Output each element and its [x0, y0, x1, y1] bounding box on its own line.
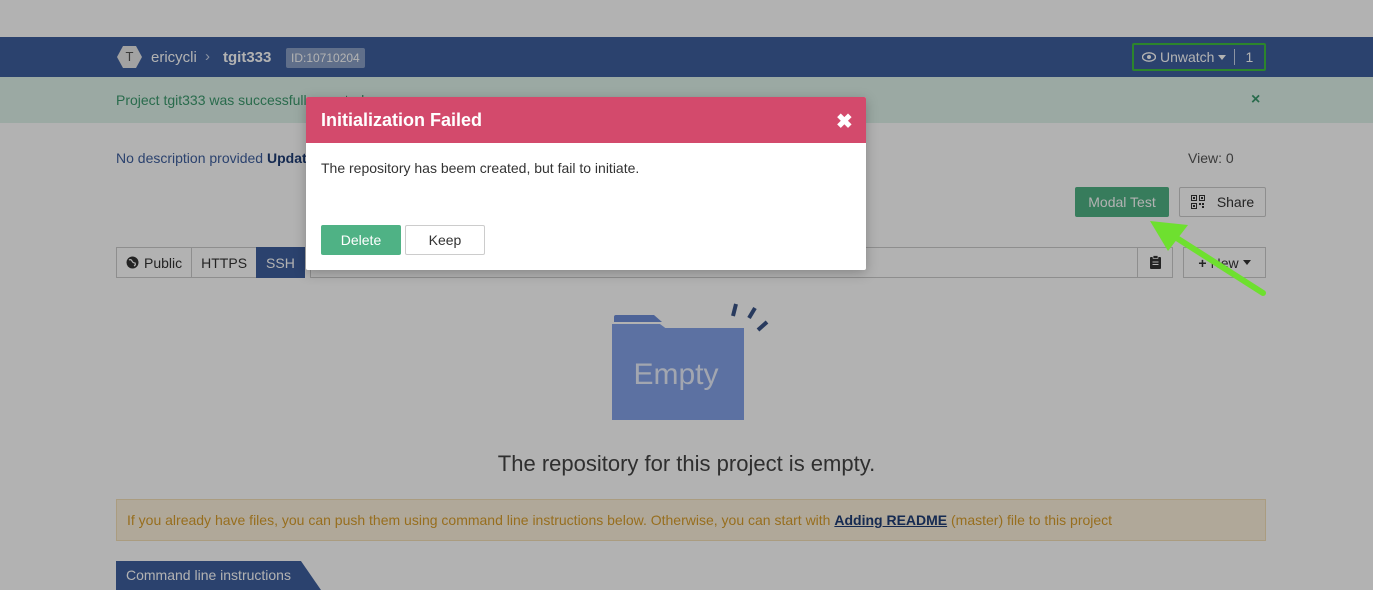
modal-message: The repository has beem created, but fai… [321, 160, 640, 176]
delete-button[interactable]: Delete [321, 225, 401, 255]
initialization-failed-modal: Initialization Failed ✖ The repository h… [306, 97, 866, 270]
modal-title: Initialization Failed [321, 110, 483, 130]
modal-header: Initialization Failed ✖ [306, 97, 866, 143]
keep-button[interactable]: Keep [405, 225, 485, 255]
annotation-arrow-icon [1150, 221, 1266, 296]
modal-close-icon[interactable]: ✖ [836, 109, 853, 134]
